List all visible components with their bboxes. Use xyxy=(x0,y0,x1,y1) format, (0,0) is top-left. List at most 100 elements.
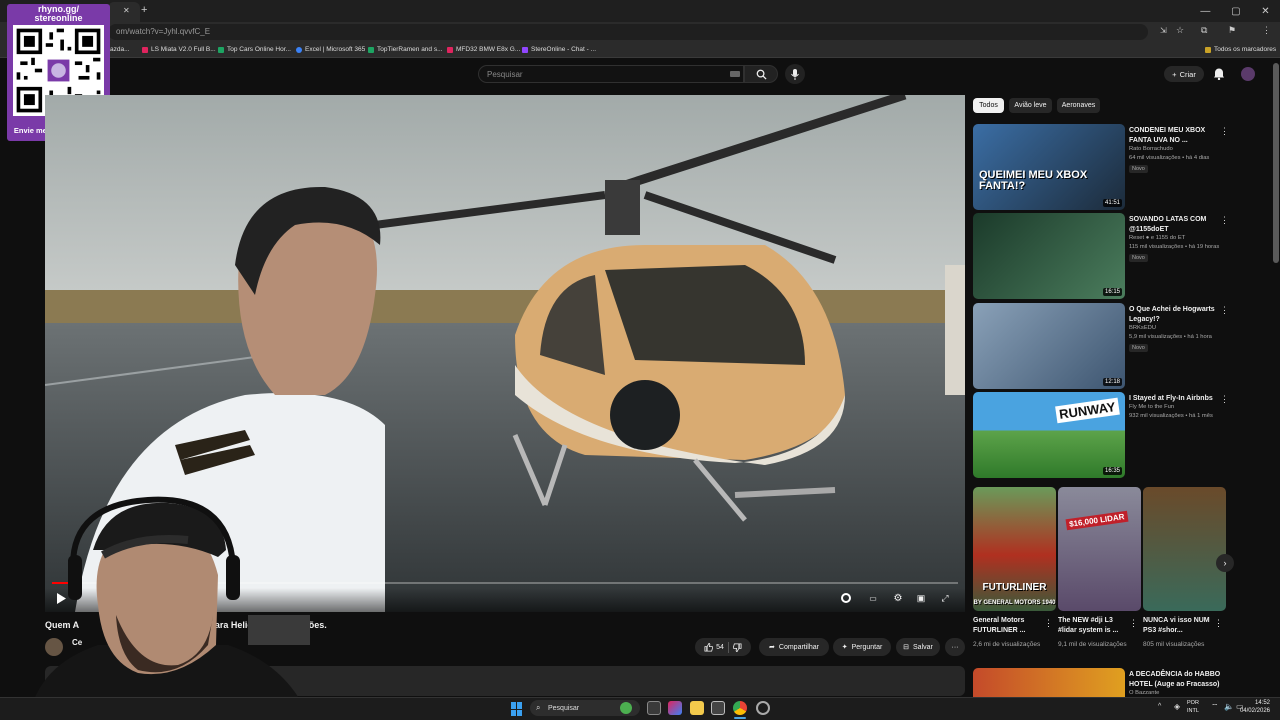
thumbs-up-icon xyxy=(704,642,714,652)
chip-aeronaves[interactable]: Aeronaves xyxy=(1057,98,1100,113)
share-icon: ➦ xyxy=(769,644,775,651)
profile-icon[interactable]: ⚑ xyxy=(1228,25,1236,36)
language-indicator[interactable]: POR INTL xyxy=(1187,699,1199,715)
account-avatar[interactable] xyxy=(1241,67,1255,81)
taskbar-search-label: Pesquisar xyxy=(548,704,580,712)
chrome-icon[interactable] xyxy=(733,701,747,715)
more-options-icon[interactable]: ⋮ xyxy=(1214,618,1223,629)
page-scrollbar[interactable] xyxy=(1273,63,1279,263)
bookmark-label: TopTierRamen and s... xyxy=(377,46,443,53)
shorts-next-button[interactable]: › xyxy=(1216,554,1234,572)
minimize-icon[interactable]: — xyxy=(1200,6,1210,17)
short-views: 805 mil visualizações xyxy=(1143,641,1205,648)
install-icon[interactable]: ⇲ xyxy=(1160,26,1167,35)
windows-start-icon[interactable] xyxy=(511,702,525,716)
share-button[interactable]: ➦ Compartilhar xyxy=(759,638,829,656)
chip-todos[interactable]: Todos xyxy=(973,98,1004,113)
short-thumbnail[interactable]: FUTURLINER BY GENERAL MOTORS 1940 xyxy=(973,487,1056,611)
bookmark-item[interactable]: LS Miata V2.0 Full B... xyxy=(142,46,216,53)
miniplayer-button[interactable]: ▣ xyxy=(914,592,928,604)
bookmark-favicon-icon xyxy=(447,46,453,53)
like-button[interactable]: 54 xyxy=(704,642,724,652)
more-options-icon[interactable]: ⋮ xyxy=(1129,618,1138,629)
thumbnail-text: QUEIMEI MEU XBOX FANTA!? xyxy=(979,169,1088,192)
recommendation-item[interactable]: 12:18 O Que Achei de Hogwarts Legacy!? B… xyxy=(973,303,1229,389)
new-badge: Novo xyxy=(1129,165,1148,173)
new-tab-icon[interactable]: + xyxy=(141,4,147,16)
create-button[interactable]: + Criar xyxy=(1164,66,1204,82)
maximize-icon[interactable]: ▢ xyxy=(1231,6,1240,17)
recommendation-item[interactable]: RUNWAY 16:35 I Stayed at Fly-In Airbnbs … xyxy=(973,392,1229,478)
copilot-app-icon[interactable] xyxy=(668,701,682,715)
ask-button[interactable]: ✦ Perguntar xyxy=(833,638,891,656)
store-icon[interactable] xyxy=(711,701,725,715)
keyboard-icon[interactable] xyxy=(730,71,740,77)
bookmark-item[interactable]: TopTierRamen and s... xyxy=(368,46,443,53)
plus-icon: + xyxy=(1172,69,1177,79)
bookmark-favicon-icon xyxy=(296,46,302,53)
subtitles-button[interactable]: ▭ xyxy=(866,592,880,604)
bookmark-favicon-icon xyxy=(522,46,528,53)
duration-badge: 12:18 xyxy=(1102,378,1122,386)
app-icon[interactable] xyxy=(756,701,770,715)
more-options-icon[interactable]: ⋮ xyxy=(1220,215,1229,226)
more-options-icon[interactable]: ⋮ xyxy=(1044,618,1053,629)
autoplay-toggle[interactable] xyxy=(839,592,853,604)
tab-close-icon[interactable]: ✕ xyxy=(123,6,130,15)
webcam-overlay xyxy=(28,495,310,720)
all-bookmarks[interactable]: Todos os marcadores xyxy=(1205,46,1276,53)
more-actions-button[interactable]: ··· xyxy=(945,638,965,656)
more-options-icon[interactable]: ⋮ xyxy=(1220,305,1229,316)
task-view-icon[interactable] xyxy=(647,701,661,715)
bookmark-star-icon[interactable]: ☆ xyxy=(1176,25,1184,36)
system-clock[interactable]: 14:52 04/02/2026 xyxy=(1240,699,1270,715)
network-icon[interactable]: ⌔ xyxy=(1211,702,1219,712)
fullscreen-icon: ⤢ xyxy=(941,592,949,603)
sparkle-icon: ✦ xyxy=(841,644,848,651)
more-options-icon[interactable]: ⋮ xyxy=(1220,126,1229,137)
recommendation-item[interactable]: 16:15 SOVANDO LATAS COM @1155doET Reset … xyxy=(973,213,1229,299)
voice-search-button[interactable] xyxy=(785,64,805,84)
folder-icon xyxy=(1205,46,1211,53)
video-thumbnail: 12:18 xyxy=(973,303,1125,389)
short-title[interactable]: The NEW #dji L3 #lidar system is ... xyxy=(1058,616,1133,636)
short-title[interactable]: NUNCA vi isso NUM PS3 #shor... xyxy=(1143,616,1218,636)
notifications-button[interactable] xyxy=(1213,67,1225,85)
video-thumbnail[interactable] xyxy=(973,668,1125,697)
volume-icon[interactable]: 🔈 xyxy=(1224,702,1234,711)
tray-app-icon[interactable]: ◈ xyxy=(1174,702,1180,711)
more-options-icon[interactable]: ⋮ xyxy=(1220,394,1229,405)
copilot-icon[interactable] xyxy=(620,702,632,714)
bookmark-item[interactable]: MFD32 BMW E8x G... xyxy=(447,46,520,53)
short-thumbnail[interactable] xyxy=(1143,487,1226,611)
short-title[interactable]: General Motors FUTURLINER ... xyxy=(973,616,1048,636)
close-window-icon[interactable]: ✕ xyxy=(1261,6,1269,17)
settings-button[interactable]: ⚙ xyxy=(891,592,905,604)
recommendation-item[interactable]: QUEIMEI MEU XBOX FANTA!? 41:51 CONDENEI … xyxy=(973,124,1229,210)
address-bar[interactable]: om/watch?v=Jyhl.qvvfC_E xyxy=(108,24,1148,40)
recommendation-title[interactable]: A DECADÊNCIA do HABBO HOTEL (Auge ao Fra… xyxy=(1129,670,1221,689)
search-icon xyxy=(756,69,767,80)
thumbs-down-icon[interactable] xyxy=(732,642,742,652)
search-input[interactable]: Pesquisar xyxy=(478,65,744,83)
search-button[interactable] xyxy=(744,65,778,83)
browser-menu-icon[interactable]: ⋮ xyxy=(1262,25,1271,36)
extensions-icon[interactable]: ⧉ xyxy=(1201,25,1207,36)
bookmark-item[interactable]: Top Cars Online Hor... xyxy=(218,46,291,53)
video-thumbnail: QUEIMEI MEU XBOX FANTA!? 41:51 xyxy=(973,124,1125,210)
recommendation-channel: Rato Borrachudo xyxy=(1129,146,1173,152)
short-thumbnail[interactable]: $16,000 LIDAR xyxy=(1058,487,1141,611)
fullscreen-button[interactable]: ⤢ xyxy=(938,592,952,604)
tray-chevron-icon[interactable]: ^ xyxy=(1158,703,1161,710)
bookmark-item[interactable]: Excel | Microsoft 365 xyxy=(296,46,365,53)
bookmark-item[interactable]: azda... xyxy=(110,46,130,53)
window-controls: — ▢ ✕ xyxy=(1190,0,1280,22)
recommendation-channel: Fly Me to the Fun xyxy=(1129,404,1175,410)
file-explorer-icon[interactable] xyxy=(690,701,704,715)
new-badge: Novo xyxy=(1129,344,1148,352)
chip-aviao-leve[interactable]: Avião leve xyxy=(1009,98,1052,113)
save-button[interactable]: ⊟ Salvar xyxy=(896,638,940,656)
url-text: om/watch?v=Jyhl.qvvfC_E xyxy=(116,27,211,36)
short-thumb-subtext: BY GENERAL MOTORS 1940 xyxy=(973,600,1056,606)
bookmark-item[interactable]: StereOnline - Chat - ... xyxy=(522,46,596,53)
